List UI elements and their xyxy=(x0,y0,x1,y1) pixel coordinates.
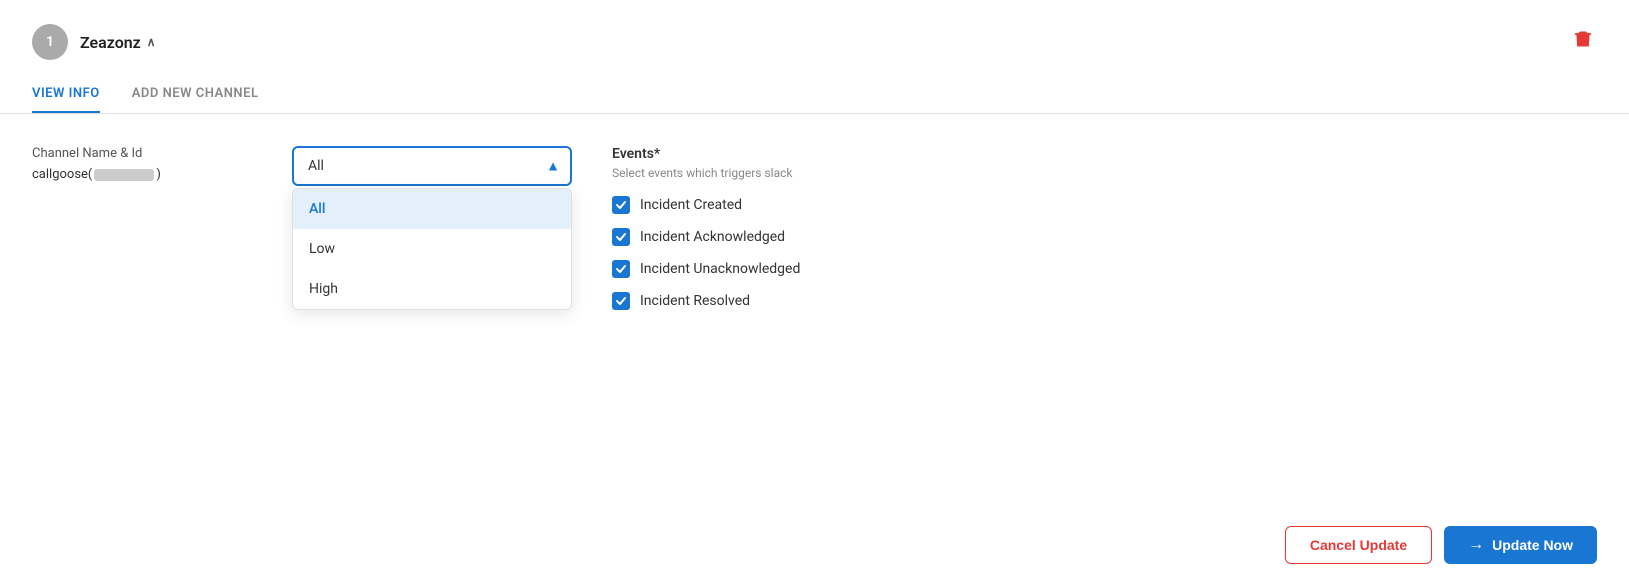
chevron-down-icon: ∧ xyxy=(147,35,156,49)
header-left: 1 Zeazonz ∧ xyxy=(32,24,156,60)
event-item-incident-unacknowledged: Incident Unacknowledged xyxy=(612,260,872,278)
update-arrow-icon: → xyxy=(1468,536,1484,554)
dropdown-option-all[interactable]: All xyxy=(293,189,571,229)
user-name: Zeazonz ∧ xyxy=(80,33,156,52)
trash-icon xyxy=(1573,29,1593,49)
priority-dropdown[interactable]: All xyxy=(292,146,572,186)
tab-add-new-channel[interactable]: ADD NEW CHANNEL xyxy=(132,76,259,113)
channel-name-label: Channel Name & Id xyxy=(32,146,252,161)
redacted-id xyxy=(94,169,154,181)
event-item-incident-created: Incident Created xyxy=(612,196,872,214)
avatar: 1 xyxy=(32,24,68,60)
main-content: Channel Name & Id callgoose() All ▲ All xyxy=(0,114,1629,348)
events-section: Events* Select events which triggers sla… xyxy=(612,146,872,324)
event-label-incident-unacknowledged: Incident Unacknowledged xyxy=(640,261,800,277)
channel-section: Channel Name & Id callgoose() xyxy=(32,146,252,182)
tab-view-info[interactable]: VIEW INFO xyxy=(32,76,100,113)
dropdown-section: All ▲ All Low High xyxy=(292,146,572,186)
cancel-update-button[interactable]: Cancel Update xyxy=(1285,526,1432,564)
form-row: Channel Name & Id callgoose() All ▲ All xyxy=(32,146,1597,324)
events-title: Events* xyxy=(612,146,872,162)
event-label-incident-created: Incident Created xyxy=(640,197,742,213)
checkbox-incident-unacknowledged[interactable] xyxy=(612,260,630,278)
page-container: 1 Zeazonz ∧ VIEW INFO xyxy=(0,0,1629,588)
event-label-incident-resolved: Incident Resolved xyxy=(640,293,750,309)
checkbox-incident-resolved[interactable] xyxy=(612,292,630,310)
checkbox-incident-created[interactable] xyxy=(612,196,630,214)
events-subtitle: Select events which triggers slack xyxy=(612,166,872,180)
footer-actions: Cancel Update → Update Now xyxy=(1253,502,1629,588)
dropdown-option-high[interactable]: High xyxy=(293,269,571,309)
event-item-incident-resolved: Incident Resolved xyxy=(612,292,872,310)
update-now-button[interactable]: → Update Now xyxy=(1444,526,1597,564)
dropdown-menu: All Low High xyxy=(292,188,572,310)
event-label-incident-acknowledged: Incident Acknowledged xyxy=(640,229,785,245)
channel-name-value: callgoose() xyxy=(32,167,252,182)
dropdown-option-low[interactable]: Low xyxy=(293,229,571,269)
event-item-incident-acknowledged: Incident Acknowledged xyxy=(612,228,872,246)
delete-button[interactable] xyxy=(1569,25,1597,59)
header: 1 Zeazonz ∧ xyxy=(0,0,1629,76)
tabs-container: VIEW INFO ADD NEW CHANNEL xyxy=(0,76,1629,114)
checkbox-incident-acknowledged[interactable] xyxy=(612,228,630,246)
user-name-text: Zeazonz xyxy=(80,33,141,52)
dropdown-wrapper: All ▲ All Low High xyxy=(292,146,572,186)
